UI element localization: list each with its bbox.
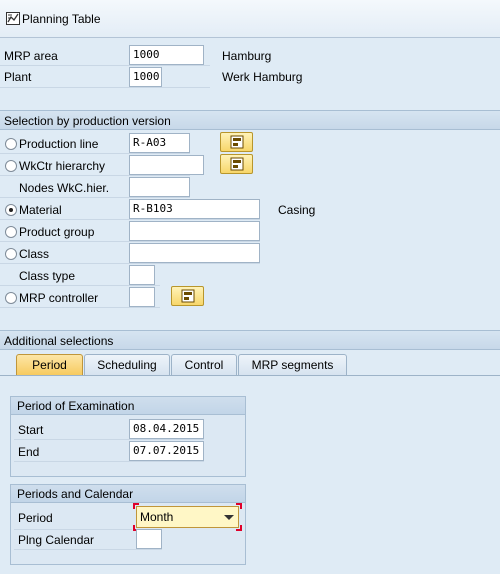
production-line-matchcode-button[interactable] <box>220 132 253 152</box>
plant-description: Werk Hamburg <box>222 70 303 84</box>
period-of-examination-group: Period of Examination <box>10 396 246 477</box>
additional-selections-header: Additional selections <box>0 330 500 350</box>
divider <box>0 263 260 264</box>
mrp-area-description: Hamburg <box>222 49 272 63</box>
mrp-controller-field[interactable] <box>129 287 155 307</box>
production-line-field[interactable]: R-A03 <box>129 133 190 153</box>
wkctr-hierarchy-radio[interactable] <box>5 160 17 172</box>
start-date-field[interactable]: 08.04.2015 <box>129 419 204 439</box>
period-label: Period <box>18 511 53 525</box>
material-field[interactable]: R-B103 <box>129 199 260 219</box>
class-label: Class <box>19 247 50 261</box>
tab-scheduling[interactable]: Scheduling <box>84 354 170 376</box>
production-line-radio[interactable] <box>5 138 17 150</box>
divider <box>0 307 160 308</box>
divider <box>14 439 204 440</box>
focus-corner <box>133 503 139 509</box>
matchcode-icon <box>230 157 244 171</box>
divider <box>14 549 162 550</box>
end-label: End <box>18 445 40 459</box>
section-title: Additional selections <box>4 334 114 348</box>
plant-field[interactable]: 1000 <box>129 67 162 87</box>
tab-control[interactable]: Control <box>171 354 237 376</box>
page-title: Planning Table <box>22 12 101 26</box>
planning-table-icon[interactable] <box>6 12 20 25</box>
title-bar: Planning Table <box>0 0 500 38</box>
focus-corner <box>236 525 242 531</box>
divider <box>0 197 190 198</box>
start-label: Start <box>18 423 44 437</box>
group-title: Periods and Calendar <box>11 485 245 503</box>
divider <box>0 87 210 88</box>
divider <box>0 285 160 286</box>
end-date-field[interactable]: 07.07.2015 <box>129 441 204 461</box>
divider <box>0 153 190 154</box>
divider <box>14 461 204 462</box>
divider <box>0 241 260 242</box>
mrp-area-label: MRP area <box>4 49 58 63</box>
section-title: Selection by production version <box>4 114 171 128</box>
product-group-label: Product group <box>19 225 95 239</box>
nodes-field[interactable] <box>129 177 190 197</box>
chevron-down-icon[interactable] <box>224 515 234 520</box>
divider <box>0 65 210 66</box>
wkctr-hierarchy-field[interactable] <box>129 155 204 175</box>
plant-label: Plant <box>4 70 32 84</box>
class-field[interactable] <box>129 243 260 263</box>
divider <box>14 529 132 530</box>
mrp-controller-matchcode-button[interactable] <box>171 286 204 306</box>
matchcode-icon <box>181 289 195 303</box>
planning-calendar-field[interactable] <box>136 529 162 549</box>
tab-mrp-segments[interactable]: MRP segments <box>238 354 347 376</box>
tab-period[interactable]: Period <box>16 354 83 376</box>
matchcode-icon <box>230 135 244 149</box>
product-group-field[interactable] <box>129 221 260 241</box>
nodes-label: Nodes WkC.hier. <box>19 181 110 195</box>
class-radio[interactable] <box>5 248 17 260</box>
class-type-label: Class type <box>19 269 76 283</box>
period-dropdown-value: Month <box>140 510 174 524</box>
wkctr-hierarchy-label: WkCtr hierarchy <box>19 159 106 173</box>
product-group-radio[interactable] <box>5 226 17 238</box>
production-line-label: Production line <box>19 137 99 151</box>
group-title: Period of Examination <box>11 397 245 415</box>
class-type-field[interactable] <box>129 265 155 285</box>
wkctr-hierarchy-matchcode-button[interactable] <box>220 154 253 174</box>
material-description: Casing <box>278 203 316 217</box>
selection-section-header: Selection by production version <box>0 110 500 130</box>
mrp-controller-label: MRP controller <box>19 291 99 305</box>
material-radio[interactable] <box>5 204 17 216</box>
planning-calendar-label: Plng Calendar <box>18 533 95 547</box>
period-dropdown[interactable]: Month <box>136 506 239 528</box>
divider <box>0 219 260 220</box>
focus-corner <box>236 503 242 509</box>
mrp-controller-radio[interactable] <box>5 292 17 304</box>
divider <box>0 175 190 176</box>
material-label: Material <box>19 203 62 217</box>
mrp-area-field[interactable]: 1000 <box>129 45 204 65</box>
